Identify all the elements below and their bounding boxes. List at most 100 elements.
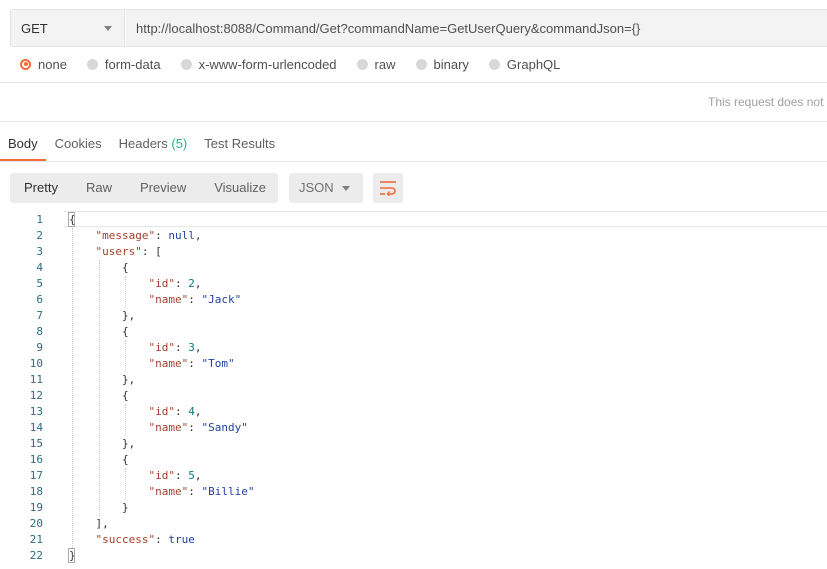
tab-body[interactable]: Body bbox=[0, 136, 46, 161]
tab-test-results-label: Test Results bbox=[204, 136, 276, 151]
code-token: "id" bbox=[148, 341, 176, 354]
code-line: "id": 5, bbox=[149, 468, 202, 484]
indent-guide bbox=[125, 276, 126, 308]
divider bbox=[0, 161, 827, 162]
code-token: true bbox=[168, 533, 195, 546]
code-token: : bbox=[155, 229, 169, 242]
code-token: "name" bbox=[148, 485, 189, 498]
radio-icon[interactable] bbox=[488, 58, 500, 70]
indent-guide bbox=[125, 468, 126, 500]
code-token: , bbox=[194, 469, 202, 482]
view-preview-button[interactable]: Preview bbox=[126, 173, 200, 203]
code-token: 5 bbox=[188, 469, 195, 482]
code-token: null bbox=[168, 229, 195, 242]
line-number: 2 bbox=[36, 229, 43, 242]
chevron-down-icon bbox=[342, 186, 350, 191]
line-number: 14 bbox=[29, 421, 43, 434]
code-token: : bbox=[188, 421, 202, 434]
code-token: } bbox=[122, 501, 129, 514]
format-select[interactable]: JSON bbox=[289, 173, 363, 203]
code-line: "name": "Tom" bbox=[149, 356, 235, 372]
line-number: 3 bbox=[36, 245, 43, 258]
tab-headers[interactable]: Headers (5) bbox=[119, 136, 188, 160]
radio-raw[interactable]: raw bbox=[356, 56, 396, 72]
code-token: "Jack" bbox=[201, 293, 242, 306]
code-token: "id" bbox=[148, 469, 176, 482]
radio-x-www-form-urlencoded[interactable]: x-www-form-urlencoded bbox=[180, 56, 337, 72]
code-token: : bbox=[188, 293, 202, 306]
line-number: 22 bbox=[29, 549, 43, 562]
code-token: }, bbox=[122, 373, 136, 386]
code-token: : bbox=[188, 357, 202, 370]
code-token: , bbox=[194, 405, 202, 418]
code-token: : bbox=[155, 533, 169, 546]
line-number: 19 bbox=[29, 501, 43, 514]
response-body-editor[interactable]: 1 2 3 4 5 6 7 8 9 10 11 12 13 14 15 16 17 18 19 20 21 22 {"me… bbox=[0, 211, 827, 569]
method-value: GET bbox=[21, 21, 48, 36]
body-type-radio-group: none form-data x-www-form-urlencoded raw… bbox=[20, 56, 580, 72]
radio-label: raw bbox=[374, 56, 396, 72]
line-number: 15 bbox=[29, 437, 43, 450]
radio-binary[interactable]: binary bbox=[415, 56, 469, 72]
code-line: { bbox=[122, 260, 129, 276]
line-number: 6 bbox=[36, 293, 43, 306]
view-raw-button[interactable]: Raw bbox=[72, 173, 126, 203]
radio-icon[interactable] bbox=[415, 58, 427, 70]
url-input[interactable]: http://localhost:8088/Command/Get?comman… bbox=[126, 9, 827, 47]
radio-icon[interactable] bbox=[180, 58, 192, 70]
radio-label: GraphQL bbox=[506, 56, 561, 72]
line-number: 4 bbox=[36, 261, 43, 274]
line-number: 17 bbox=[29, 469, 43, 482]
code-line: "id": 2, bbox=[149, 276, 202, 292]
code-line: }, bbox=[122, 372, 135, 388]
radio-label: none bbox=[38, 56, 67, 72]
line-number: 7 bbox=[36, 309, 43, 322]
bracket-match-marker bbox=[68, 548, 75, 563]
code-line: { bbox=[122, 388, 129, 404]
code-token: : bbox=[175, 341, 189, 354]
code-token: "success" bbox=[95, 533, 156, 546]
radio-label: x-www-form-urlencoded bbox=[198, 56, 337, 72]
line-number: 13 bbox=[29, 405, 43, 418]
divider bbox=[0, 121, 827, 122]
bracket-match-marker bbox=[68, 212, 75, 227]
code-token: "id" bbox=[148, 277, 176, 290]
code-line: "id": 3, bbox=[149, 340, 202, 356]
radio-icon[interactable] bbox=[86, 58, 98, 70]
tab-cookies[interactable]: Cookies bbox=[55, 136, 102, 160]
view-mode-group: Pretty Raw Preview Visualize bbox=[10, 173, 278, 203]
response-tabs: Body Cookies Headers (5) Test Results bbox=[0, 136, 292, 162]
line-number: 10 bbox=[29, 357, 43, 370]
radio-selected-icon[interactable] bbox=[20, 58, 31, 70]
radio-form-data[interactable]: form-data bbox=[86, 56, 161, 72]
radio-label: binary bbox=[433, 56, 469, 72]
request-body-note: This request does not bbox=[708, 95, 824, 109]
radio-graphql[interactable]: GraphQL bbox=[488, 56, 561, 72]
code-token: }, bbox=[122, 309, 136, 322]
code-line: { bbox=[122, 324, 129, 340]
line-number: 9 bbox=[36, 341, 43, 354]
tab-test-results[interactable]: Test Results bbox=[204, 136, 275, 160]
code-token: : bbox=[175, 469, 189, 482]
indent-guide bbox=[98, 260, 100, 516]
indent-guide bbox=[125, 404, 126, 436]
wrap-lines-button[interactable] bbox=[373, 173, 403, 203]
line-number: 1 bbox=[36, 213, 43, 226]
code-line: }, bbox=[122, 436, 135, 452]
code-token: { bbox=[122, 261, 129, 274]
active-line-highlight bbox=[64, 211, 827, 227]
radio-none[interactable]: none bbox=[20, 57, 67, 72]
radio-icon[interactable] bbox=[356, 58, 368, 70]
code-line: "name": "Sandy" bbox=[149, 420, 248, 436]
code-token: , bbox=[194, 229, 202, 242]
view-visualize-button[interactable]: Visualize bbox=[200, 173, 280, 203]
line-number: 12 bbox=[29, 389, 43, 402]
view-pretty-button[interactable]: Pretty bbox=[10, 173, 72, 203]
code-token: : bbox=[175, 277, 189, 290]
code-token: "Sandy" bbox=[201, 421, 248, 434]
indent-guide bbox=[72, 228, 73, 548]
method-select[interactable]: GET bbox=[10, 9, 125, 47]
radio-label: form-data bbox=[104, 56, 161, 72]
code-token: "Billie" bbox=[201, 485, 255, 498]
code-token: { bbox=[122, 389, 129, 402]
